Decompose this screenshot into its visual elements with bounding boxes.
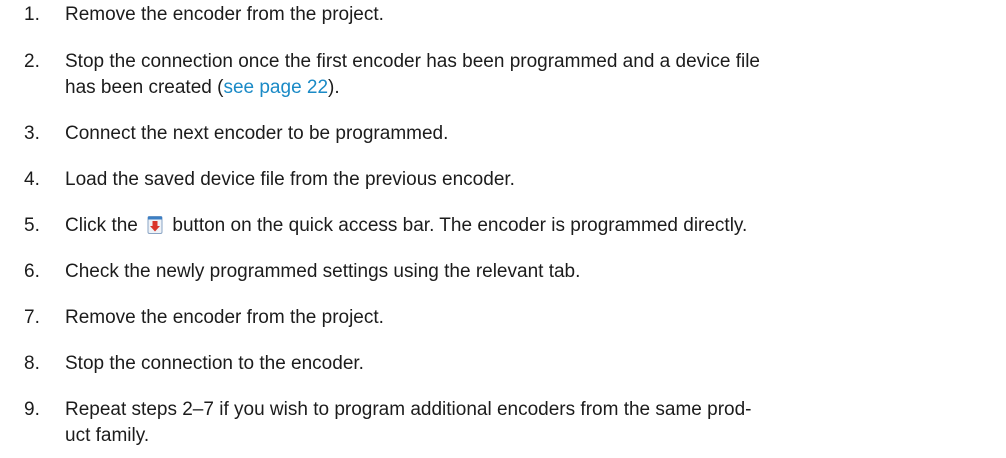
step-text-before-icon: Click the [65,215,138,236]
step-number: 7. [24,307,40,328]
step-text-line1: Stop the connection once the first encod… [65,51,760,72]
step-number: 9. [24,399,40,420]
step-number: 5. [24,215,40,236]
step-number: 2. [24,51,40,72]
step-text: Check the newly programmed settings usin… [65,261,581,282]
write-to-device-icon [145,215,165,235]
step-text-line1: Repeat steps 2–7 if you wish to program … [65,399,752,420]
step-text: Stop the connection to the encoder. [65,353,364,374]
instruction-page: 1. Remove the encoder from the project. … [0,0,1006,458]
step-number: 3. [24,123,40,144]
step-text: Load the saved device file from the prev… [65,169,515,190]
step-text-line2: uct family. [65,425,150,446]
step-number: 6. [24,261,40,282]
step-text: Remove the encoder from the project. [65,307,384,328]
step-number: 8. [24,353,40,374]
step-number: 4. [24,169,40,190]
step-text-after-icon: button on the quick access bar. The enco… [172,215,748,236]
page-reference-link[interactable]: see page 22 [223,77,328,98]
step-text: Connect the next encoder to be programme… [65,123,449,144]
step-text: Remove the encoder from the project. [65,4,384,25]
step-number: 1. [24,4,40,25]
step-text: Repeat steps 2–7 if you wish to program … [65,397,985,449]
step-text-after-link: ). [328,77,340,98]
step-text: Click the button on the quick access bar… [65,213,985,239]
step-text: Stop the connection once the first encod… [65,49,985,101]
step-text-before-link: has been created ( [65,77,224,98]
